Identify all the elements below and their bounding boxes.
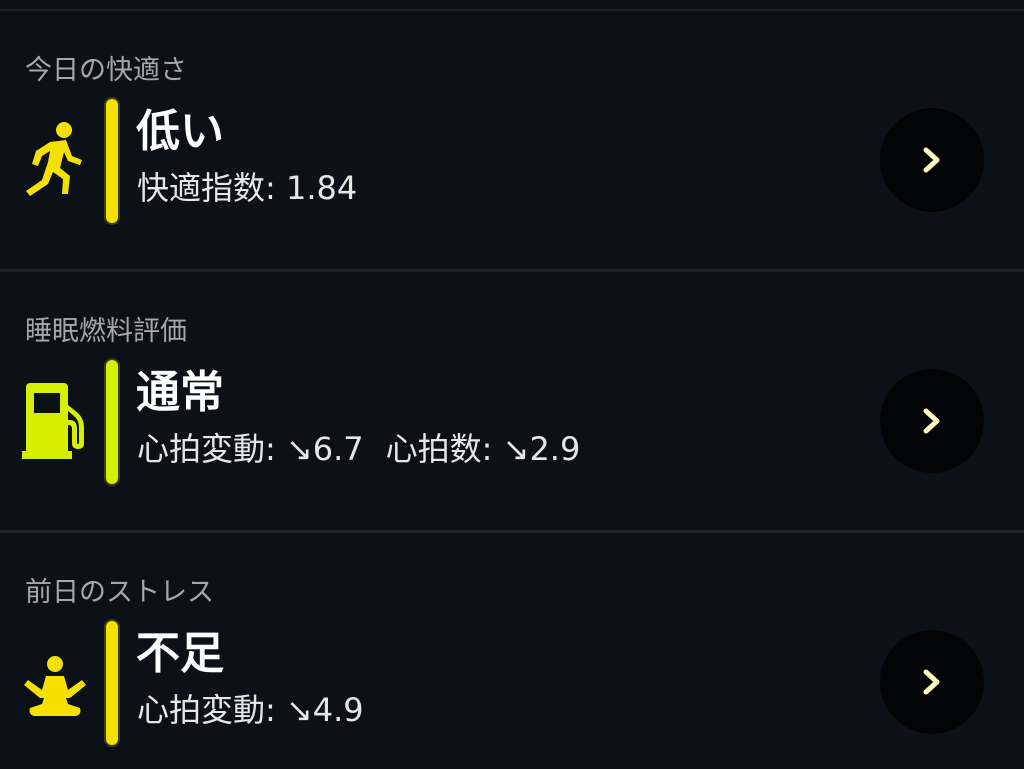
status-value: 不足 [136,628,224,679]
card-heading: 前日のストレス [25,577,214,608]
status-bar [104,97,120,225]
card-stress[interactable]: 前日のストレス 不足 心拍変動: ↘4.9 [0,533,1024,769]
status-detail: 快適指数: 1.84 [137,168,379,208]
detail-item: 心拍変動: ↘4.9 [137,691,364,729]
status-value: 低い [136,106,224,157]
status-bar [104,358,120,486]
card-comfort[interactable]: 今日の快適さ 低い 快適指数: 1.84 [0,11,1024,269]
card-sleep-fuel[interactable]: 睡眠燃料評価 通常 心拍変動: ↘6.7 心拍数: ↘2.9 [0,272,1024,530]
card-heading: 睡眠燃料評価 [25,316,187,347]
open-stress-button[interactable] [880,630,984,734]
readiness-screen: 今日の快適さ 低い 快適指数: 1.84 睡眠燃料評価 通常 心拍変動: ↘6.… [0,0,1024,769]
chevron-right-icon [923,669,940,695]
status-bar [104,619,120,747]
meditation-icon [20,640,90,730]
status-value: 通常 [136,367,224,418]
chevron-right-icon [923,147,940,173]
detail-item: 心拍変動: ↘6.7 [137,430,364,468]
running-person-icon [20,118,90,208]
card-heading: 今日の快適さ [25,55,187,86]
chevron-right-icon [923,408,940,434]
fuel-pump-icon [20,379,90,469]
open-sleep-fuel-button[interactable] [880,369,984,473]
status-detail: 心拍変動: ↘6.7 心拍数: ↘2.9 [137,429,602,469]
detail-item: 心拍数: ↘2.9 [385,430,581,468]
open-comfort-button[interactable] [880,108,984,212]
detail-item: 快適指数: 1.84 [137,169,358,207]
status-detail: 心拍変動: ↘4.9 [137,690,386,730]
